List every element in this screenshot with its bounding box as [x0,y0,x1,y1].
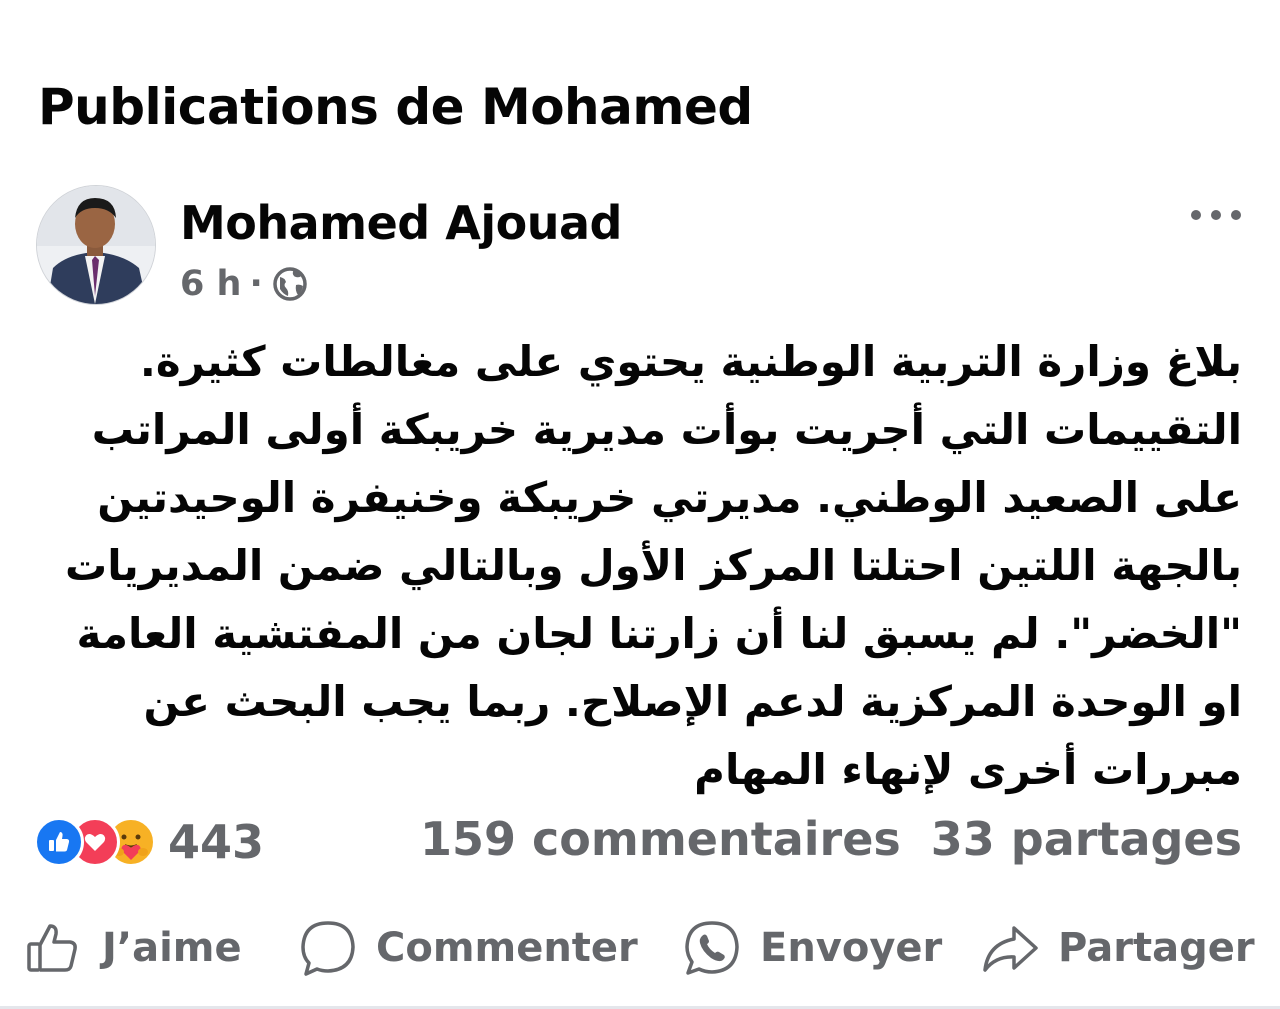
post-text-line: التقييمات التي أجريت بوأت مديرية خريبكة … [91,405,1242,454]
post-text-line: بالجهة اللتين احتلتا المركز الأول وبالتا… [65,541,1242,590]
reactions-summary[interactable]: 443 [34,814,264,870]
reaction-count: 443 [168,815,265,869]
thumbs-up-icon [24,918,84,978]
post-text-line: على الصعيد الوطني. مديرتي خريبكة وخنيفرة… [97,473,1242,522]
engagement-stats: 159 commentaires 33 partages [420,812,1242,866]
globe-icon [271,265,309,303]
section-title: Publications de Mohamed [38,78,753,136]
post-actions-bar: J’aime Commenter Envoyer Partager [0,916,1280,980]
more-options-icon [1191,210,1241,220]
comments-count[interactable]: 159 commentaires [420,812,901,866]
post-text-line: بلاغ وزارة التربية الوطنية يحتوي على مغا… [139,337,1242,386]
share-label: Partager [1058,925,1255,971]
post-text-line: مبررات أخرى لإنهاء المهام [694,745,1242,794]
comment-bubble-icon [298,918,358,978]
post-text-line: "الخضر". لم يسبق لنا أن زارتنا لجان من ا… [76,609,1242,658]
more-options-button[interactable] [1186,198,1246,232]
post-text: بلاغ وزارة التربية الوطنية يحتوي على مغا… [40,328,1242,804]
share-button[interactable]: Partager [980,916,1255,980]
shares-count[interactable]: 33 partages [931,812,1242,866]
comment-button[interactable]: Commenter [298,916,638,980]
like-button[interactable]: J’aime [24,916,242,980]
share-arrow-icon [980,918,1040,978]
like-reaction-icon [34,817,84,867]
send-label: Envoyer [760,925,943,971]
author-name[interactable]: Mohamed Ajouad [180,196,622,250]
comment-label: Commenter [376,925,638,971]
meta-separator: · [249,264,263,304]
like-label: J’aime [102,925,242,971]
post-text-line: او الوحدة المركزية لدعم الإصلاح. ربما يج… [143,677,1242,726]
whatsapp-icon [682,918,742,978]
send-button[interactable]: Envoyer [682,916,942,980]
author-avatar[interactable] [36,185,156,305]
post-meta: 6 h · [180,262,309,306]
avatar-photo [37,186,155,304]
post-time[interactable]: 6 h [180,264,241,304]
